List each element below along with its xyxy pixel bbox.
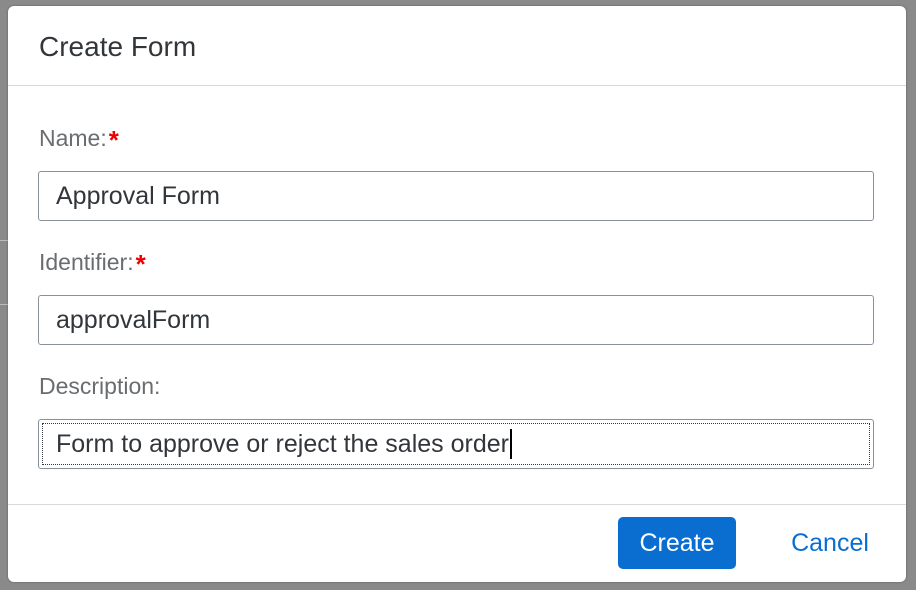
name-input-value: Approval Form [56, 181, 220, 210]
name-label: Name: * [39, 124, 119, 155]
dialog-footer: Create Cancel [8, 504, 906, 582]
dialog-title: Create Form [39, 30, 197, 62]
cancel-button[interactable]: Cancel [772, 517, 888, 569]
dialog-body: Name: * Approval Form Identifier: * appr… [8, 87, 906, 504]
dialog-header: Create Form [8, 6, 906, 86]
description-label-text: Description: [39, 373, 161, 399]
name-label-text: Name: [39, 125, 107, 151]
required-asterisk-icon: * [108, 124, 119, 155]
description-input[interactable]: Form to approve or reject the sales orde… [38, 419, 874, 469]
description-input-value: Form to approve or reject the sales orde… [56, 429, 509, 458]
create-button[interactable]: Create [618, 517, 736, 569]
text-caret [509, 429, 512, 459]
create-form-dialog: Create Form Name: * Approval Form Identi… [8, 6, 906, 582]
identifier-label-text: Identifier: [39, 249, 134, 275]
identifier-input-value: approvalForm [56, 305, 211, 334]
required-asterisk-icon: * [135, 248, 146, 279]
name-input[interactable]: Approval Form [38, 171, 874, 221]
identifier-input[interactable]: approvalForm [38, 295, 874, 345]
identifier-label: Identifier: * [39, 248, 146, 279]
description-label: Description: [39, 373, 160, 400]
